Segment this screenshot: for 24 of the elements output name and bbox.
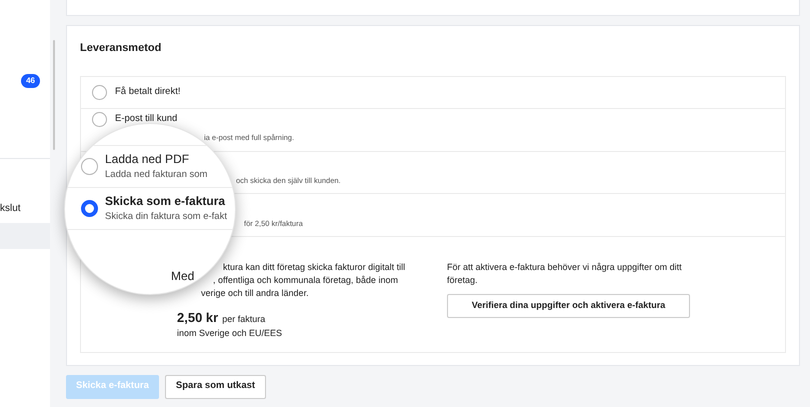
radio-button[interactable] bbox=[92, 112, 107, 126]
description-line: , offentliga och kommunala företag, både inom bbox=[213, 274, 398, 284]
section-title: Leveransmetod bbox=[80, 41, 162, 56]
option-title: Ladda ned PDF bbox=[105, 151, 190, 168]
option-description: Ladda ned fakturan som bbox=[105, 168, 208, 182]
radio-button[interactable] bbox=[81, 200, 98, 217]
description-line: verige och till andra länder. bbox=[201, 288, 309, 298]
price-note: inom Sverige och EU/EES bbox=[177, 327, 284, 340]
sidebar-item[interactable]: kslut bbox=[0, 195, 50, 221]
verify-button[interactable]: Verifiera dina uppgifter och aktivera e-faktura bbox=[447, 294, 690, 318]
draft-button[interactable]: Spara som utkast bbox=[164, 374, 266, 398]
price-unit: per faktura bbox=[222, 312, 266, 326]
description-line: ktura kan ditt företag skicka fakturor digitalt till bbox=[223, 262, 406, 272]
option-title: Få betalt direkt! bbox=[115, 84, 180, 99]
radio-button[interactable] bbox=[81, 158, 98, 175]
scrollbar[interactable] bbox=[53, 40, 55, 150]
option-description: Skicka din faktura som e-fakt bbox=[105, 210, 227, 224]
option-title: E-post till kund bbox=[115, 112, 178, 126]
radio-button[interactable] bbox=[92, 84, 107, 100]
option-title: Skicka som e-faktura bbox=[105, 193, 226, 210]
info-text: För att aktivera e-faktura behöver vi några uppgifter om ditt företag. bbox=[447, 260, 683, 286]
count-badge: 46 bbox=[21, 74, 40, 88]
description-fragment: Med bbox=[171, 269, 194, 283]
price: 2,50 kr bbox=[177, 308, 218, 326]
